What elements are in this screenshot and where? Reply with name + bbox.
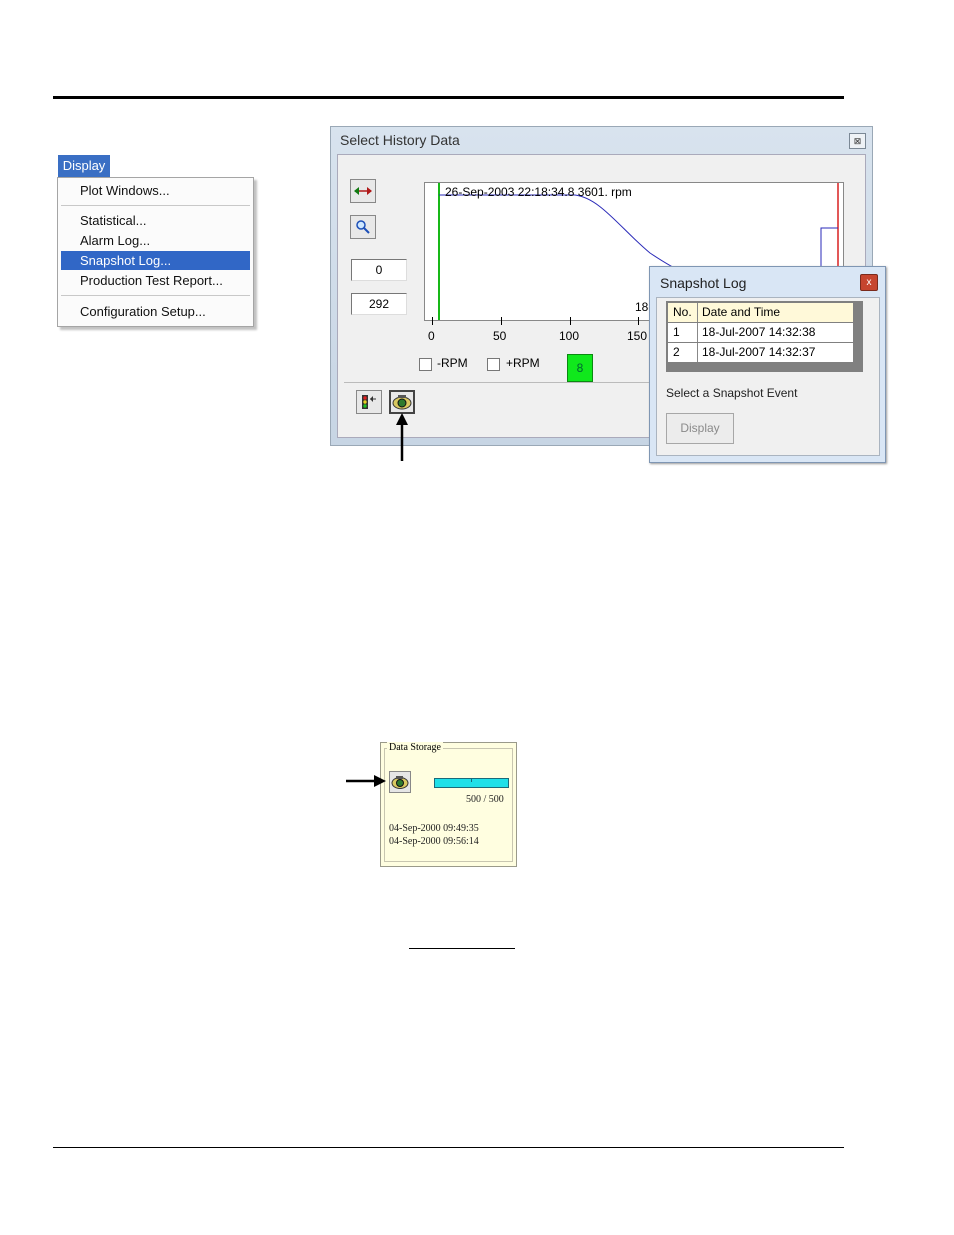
column-header-datetime: Date and Time	[702, 305, 781, 319]
display-menu-header[interactable]: Display	[58, 155, 110, 177]
rpm-trace	[439, 194, 686, 274]
x-tick	[570, 317, 571, 325]
camera-icon	[392, 395, 412, 410]
snapshot-table: No. Date and Time 1 18-Jul-2007 14:32:38…	[666, 301, 863, 372]
row-datetime: 18-Jul-2007 14:32:37	[702, 345, 816, 359]
pointer-arrow-icon	[346, 775, 386, 787]
plus-rpm-label: +RPM	[506, 356, 540, 370]
end-value-field[interactable]: 292	[351, 293, 407, 315]
zoom-button[interactable]	[350, 215, 376, 239]
traffic-light-icon	[362, 395, 376, 409]
storage-end-time: 04-Sep-2000 09:56:14	[389, 836, 479, 847]
menu-item-configuration-setup[interactable]: Configuration Setup...	[61, 302, 250, 321]
dialog-title: Snapshot Log	[660, 275, 747, 291]
snapshot-log-dialog: Snapshot Log x No. Date and Time 1 18-Ju…	[649, 266, 886, 463]
data-storage-panel: Data Storage 500 / 500 04-Sep-2000 09:49…	[380, 742, 517, 867]
menu-separator	[61, 295, 250, 296]
menu-separator	[61, 205, 250, 206]
x-tick-label: 50	[493, 329, 507, 343]
x-tick	[638, 317, 639, 325]
magnifier-icon	[356, 220, 370, 234]
snapshot-button[interactable]	[389, 390, 415, 414]
x-tick	[432, 317, 433, 325]
x-tick-label: 0	[428, 329, 435, 343]
double-arrow-icon	[354, 187, 372, 195]
progress-tick	[471, 779, 472, 782]
pan-button[interactable]	[350, 179, 376, 203]
window-title: Select History Data	[340, 132, 460, 148]
display-menu: Plot Windows... Statistical... Alarm Log…	[57, 177, 254, 327]
menu-item-snapshot-log[interactable]: Snapshot Log...	[61, 251, 250, 270]
column-header-no: No.	[668, 303, 698, 322]
menu-item-alarm-log[interactable]: Alarm Log...	[61, 231, 250, 250]
table-header-row: No. Date and Time	[668, 303, 853, 322]
dialog-client-area: No. Date and Time 1 18-Jul-2007 14:32:38…	[656, 297, 880, 456]
menu-item-production-test-report[interactable]: Production Test Report...	[61, 271, 250, 290]
footer-rule	[53, 1147, 844, 1148]
menu-item-statistical[interactable]: Statistical...	[61, 211, 250, 230]
plot-header-label: 26-Sep-2003 22:18:34.8 3601. rpm	[445, 185, 632, 199]
x-tick-label: 100	[559, 329, 580, 343]
storage-count: 500 / 500	[466, 794, 504, 805]
menu-item-plot-windows[interactable]: Plot Windows...	[61, 181, 250, 200]
close-button[interactable]: ⊠	[849, 133, 866, 149]
status-indicator: 8	[567, 354, 593, 382]
plus-rpm-checkbox[interactable]	[487, 358, 500, 371]
x-tick-label: 150	[627, 329, 648, 343]
storage-progress-bar	[434, 778, 509, 788]
pointer-arrow-icon	[396, 413, 408, 461]
camera-icon	[391, 776, 409, 789]
minus-rpm-checkbox[interactable]	[419, 358, 432, 371]
table-row[interactable]: 2 18-Jul-2007 14:32:37	[668, 343, 853, 362]
table-row[interactable]: 1 18-Jul-2007 14:32:38	[668, 323, 853, 342]
storage-start-time: 04-Sep-2000 09:49:35	[389, 823, 479, 834]
row-number: 2	[668, 343, 698, 362]
start-value-field[interactable]: 0	[351, 259, 407, 281]
snapshot-button[interactable]	[389, 771, 411, 793]
row-number: 1	[668, 323, 698, 342]
minus-rpm-label: -RPM	[437, 356, 468, 370]
row-datetime: 18-Jul-2007 14:32:38	[702, 325, 816, 339]
underline-rule	[409, 948, 515, 949]
header-rule	[53, 96, 844, 99]
close-button[interactable]: x	[860, 274, 878, 291]
x-tick	[501, 317, 502, 325]
select-event-caption: Select a Snapshot Event	[666, 386, 798, 400]
alarm-button[interactable]	[356, 390, 382, 414]
data-storage-title: Data Storage	[387, 742, 443, 753]
display-button[interactable]: Display	[666, 413, 734, 444]
